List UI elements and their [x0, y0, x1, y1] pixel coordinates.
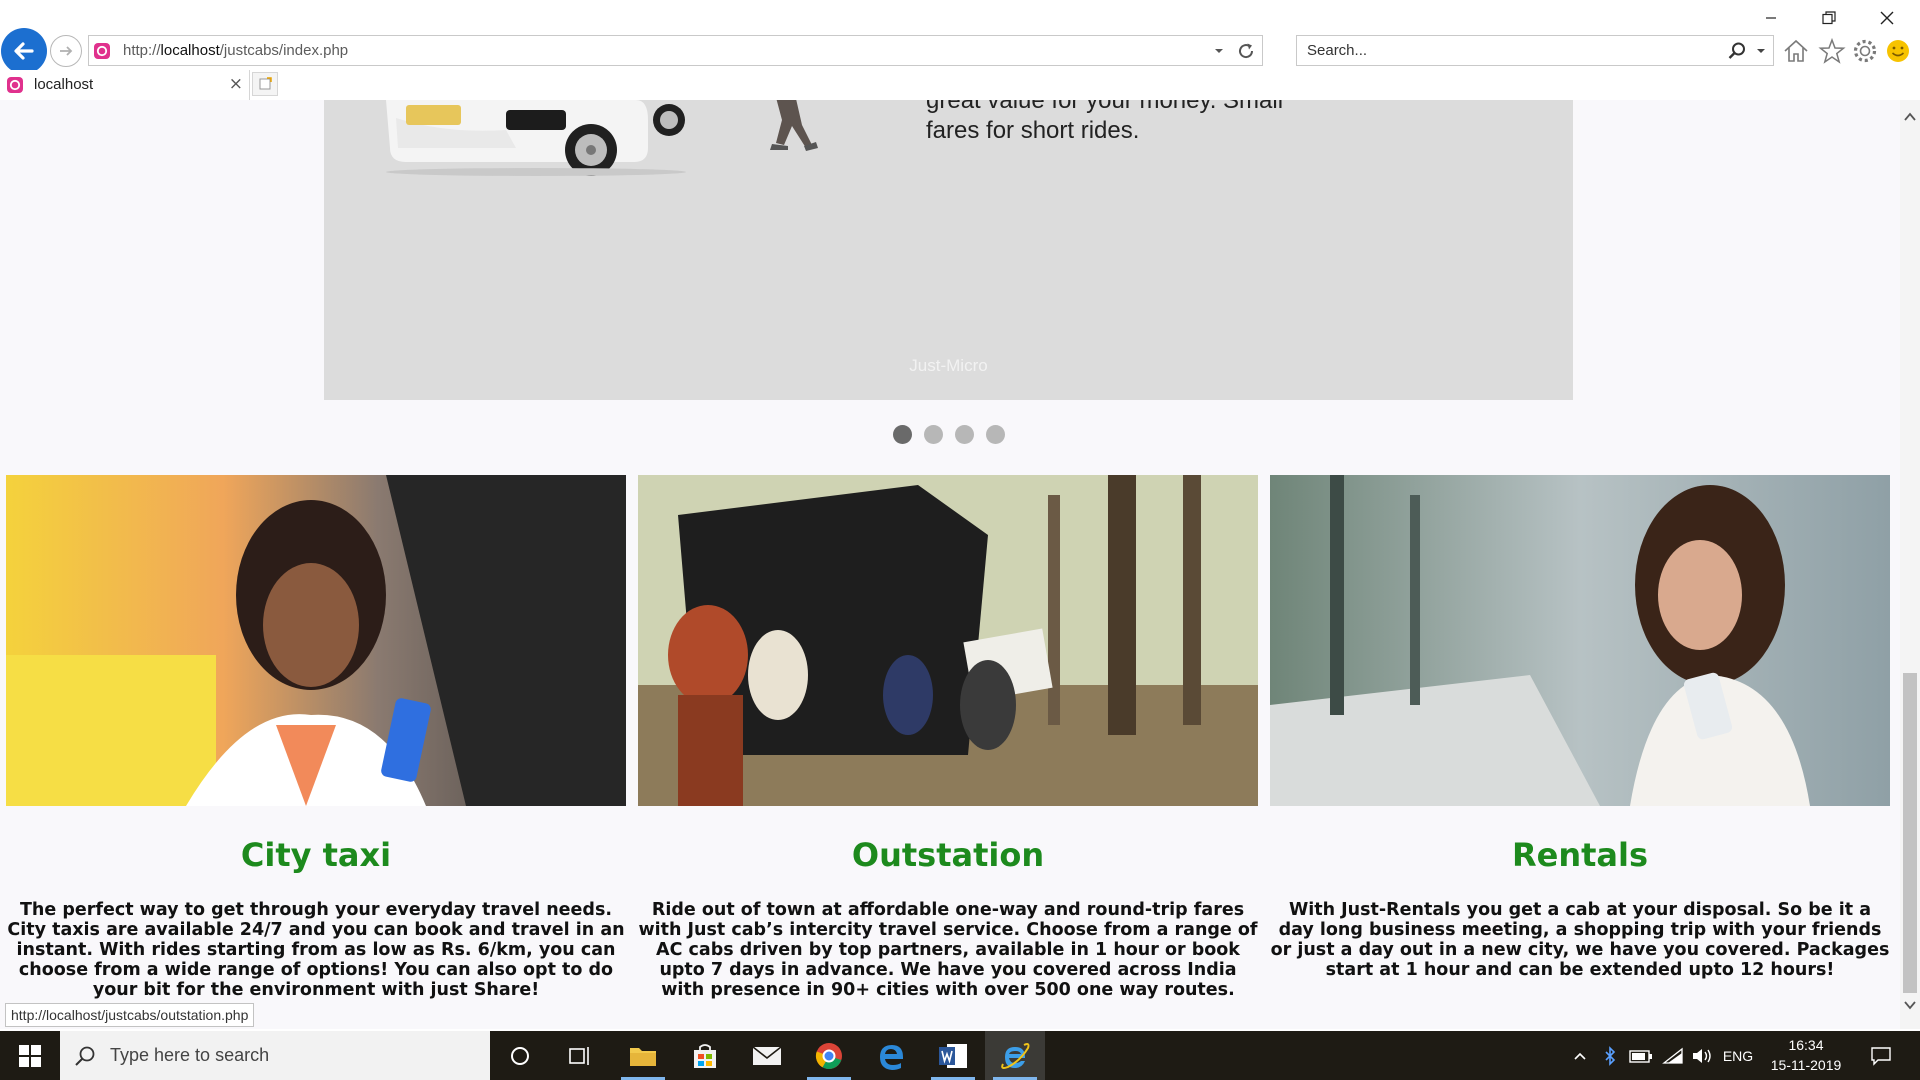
edge-icon [880, 1044, 903, 1070]
restore-button[interactable] [1806, 5, 1852, 31]
back-arrow-icon [14, 42, 34, 60]
rentals-photo[interactable] [1270, 475, 1890, 806]
battery-icon[interactable] [1628, 1043, 1654, 1069]
action-center-button[interactable] [1866, 1043, 1896, 1069]
carousel-indicators [893, 425, 1005, 444]
task-view-icon [569, 1046, 589, 1065]
feedback-smiley-icon[interactable] [1884, 37, 1912, 65]
outstation-photo[interactable] [638, 475, 1258, 806]
address-bar[interactable]: http://localhost/justcabs/index.php [88, 35, 1263, 66]
page-viewport: great value for your money. Small fares … [0, 100, 1900, 1029]
refresh-icon[interactable] [1236, 41, 1256, 61]
chrome-button[interactable] [799, 1031, 859, 1080]
site-favicon-icon [94, 43, 110, 59]
edge-button[interactable] [861, 1031, 921, 1080]
mail-button[interactable] [737, 1031, 797, 1080]
chrome-icon [815, 1042, 842, 1069]
back-button[interactable] [1, 28, 47, 74]
card-title[interactable]: Rentals [1270, 836, 1890, 874]
store-button[interactable] [675, 1031, 735, 1080]
service-cards: City taxi The perfect way to get through… [6, 475, 1892, 1000]
minimize-button[interactable] [1748, 5, 1794, 31]
store-bag-icon [694, 1043, 716, 1068]
page-scrollbar[interactable] [1900, 100, 1920, 1029]
volume-icon[interactable] [1690, 1043, 1716, 1069]
tab-close-icon[interactable]: × [229, 74, 243, 94]
scrollbar-thumb[interactable] [1903, 673, 1917, 993]
slide-caption: Just-Micro [909, 356, 988, 375]
cortana-circle-icon [511, 1046, 529, 1065]
tab-title: localhost [34, 76, 94, 93]
search-icon[interactable] [1727, 41, 1747, 61]
windows-logo-icon [19, 1044, 41, 1067]
favorites-star-icon[interactable] [1818, 37, 1846, 65]
address-url[interactable]: http://localhost/justcabs/index.php [123, 42, 348, 59]
tray-overflow-chevron-icon[interactable] [1568, 1043, 1592, 1069]
slide-description: great value for your money. Small fares … [926, 100, 1346, 146]
card-description: With Just-Rentals you get a cab at your … [1270, 900, 1890, 980]
notification-icon [1871, 1047, 1891, 1066]
card-title[interactable]: City taxi [6, 836, 626, 874]
internet-explorer-button[interactable] [985, 1031, 1045, 1080]
card-description: Ride out of town at affordable one-way a… [638, 900, 1258, 1000]
browser-search-box[interactable]: Search... [1296, 35, 1774, 66]
slide-text-line-2: fares for short rides. [926, 117, 1140, 144]
word-button[interactable] [923, 1031, 983, 1080]
cortana-button[interactable] [490, 1031, 550, 1080]
slide-text-line-1: great value for your money. Small [926, 100, 1284, 114]
taskbar-search-placeholder: Type here to search [110, 1045, 270, 1065]
internet-explorer-icon [1001, 1042, 1030, 1069]
carousel-dot-4[interactable] [986, 425, 1005, 444]
forward-arrow-icon [60, 46, 73, 56]
task-view-button[interactable] [550, 1031, 610, 1080]
status-bar-url: http://localhost/justcabs/outstation.php [5, 1003, 255, 1027]
home-icon[interactable] [1782, 37, 1810, 65]
language-indicator[interactable]: ENG [1718, 1043, 1758, 1069]
city-taxi-photo[interactable] [6, 475, 626, 806]
browser-search-placeholder: Search... [1307, 42, 1368, 59]
mail-envelope-icon [752, 1045, 782, 1065]
start-button[interactable] [0, 1031, 60, 1080]
folder-icon [630, 1047, 656, 1066]
address-dropdown-icon[interactable] [1212, 44, 1226, 58]
service-card-city-taxi: City taxi The perfect way to get through… [6, 475, 626, 1000]
scroll-up-icon[interactable] [1903, 110, 1917, 124]
search-dropdown-icon[interactable] [1755, 45, 1767, 57]
taskbar-search-icon [75, 1046, 95, 1066]
settings-gear-icon[interactable] [1851, 37, 1879, 65]
card-title[interactable]: Outstation [638, 836, 1258, 874]
taskbar-clock[interactable]: 16:34 15-11-2019 [1756, 1035, 1856, 1075]
carousel-dot-1[interactable] [893, 425, 912, 444]
walking-person-image [770, 100, 818, 151]
service-card-rentals: Rentals With Just-Rentals you get a cab … [1270, 475, 1890, 1000]
windows-taskbar: Type here to search ENG 16:34 15-11-2019 [0, 1031, 1920, 1080]
browser-tab[interactable]: localhost × [0, 70, 250, 100]
browser-chrome: http://localhost/justcabs/index.php Sear… [0, 0, 1920, 100]
white-car-image [386, 100, 686, 176]
carousel-dot-2[interactable] [924, 425, 943, 444]
scroll-down-icon[interactable] [1903, 998, 1917, 1012]
service-card-outstation: Outstation Ride out of town at affordabl… [638, 475, 1258, 1000]
forward-button[interactable] [50, 35, 82, 67]
clock-date: 15-11-2019 [1770, 1057, 1842, 1073]
card-description: The perfect way to get through your ever… [7, 900, 625, 1000]
close-window-button[interactable] [1864, 5, 1910, 31]
clock-time: 16:34 [1788, 1037, 1824, 1053]
tab-favicon-icon [7, 77, 23, 93]
bluetooth-icon[interactable] [1598, 1043, 1622, 1069]
wifi-icon[interactable] [1660, 1043, 1686, 1069]
word-icon [939, 1043, 967, 1068]
carousel-dot-3[interactable] [955, 425, 974, 444]
hero-carousel[interactable]: great value for your money. Small fares … [324, 100, 1573, 400]
file-explorer-button[interactable] [613, 1031, 673, 1080]
new-tab-button[interactable] [252, 72, 278, 96]
new-tab-icon [259, 77, 272, 90]
taskbar-search-box[interactable]: Type here to search [60, 1031, 490, 1080]
